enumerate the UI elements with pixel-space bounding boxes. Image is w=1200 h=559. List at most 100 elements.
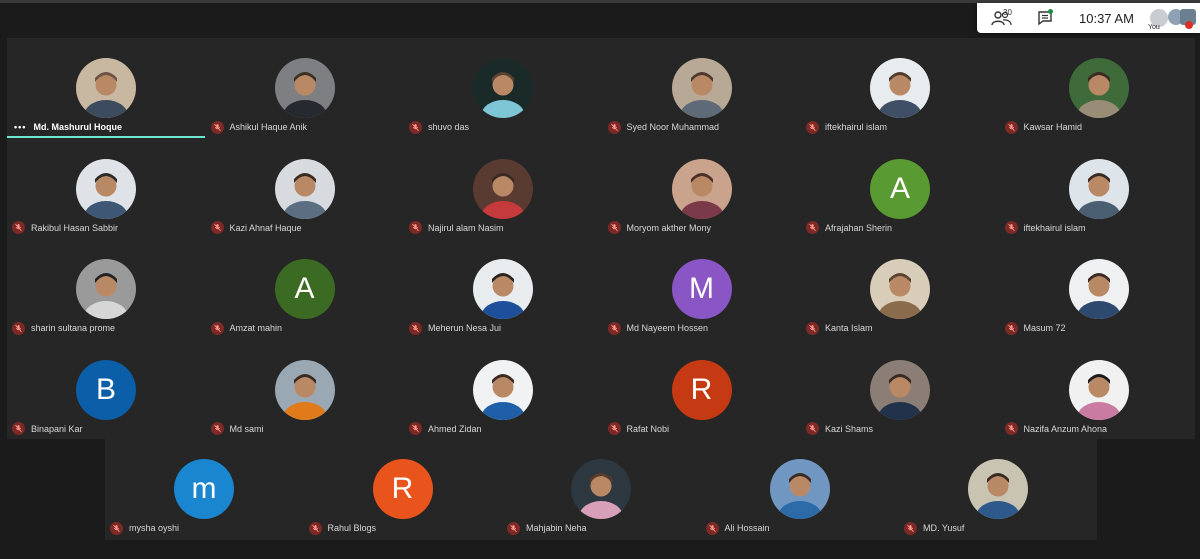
participant-name-bar: iftekhairul islam bbox=[1004, 221, 1086, 235]
participant-name-bar: Kawsar Hamid bbox=[1004, 120, 1083, 134]
participant-name-bar: Ali Hossain bbox=[705, 521, 770, 535]
participant-name-bar: Mahjabin Neha bbox=[507, 521, 587, 535]
participant-tile[interactable]: Ali Hossain bbox=[701, 439, 899, 539]
mic-muted-icon bbox=[1004, 321, 1018, 335]
participant-tile[interactable]: ••• Md. Mashurul Hoque bbox=[7, 38, 205, 138]
participant-name: sharin sultana prome bbox=[31, 323, 116, 333]
participant-photo-avatar bbox=[1068, 158, 1129, 219]
participant-photo-avatar bbox=[76, 58, 136, 118]
participant-name-bar: Kanta Islam bbox=[806, 321, 873, 335]
mic-muted-icon bbox=[409, 221, 422, 234]
participant-tile[interactable]: B Binapani Kar bbox=[7, 340, 205, 440]
participant-photo-avatar bbox=[274, 58, 335, 118]
participant-tile[interactable]: Moryom akther Mony bbox=[603, 139, 801, 239]
participant-name: Rahul Blogs bbox=[327, 523, 377, 533]
participant-name-bar: Afrajahan Sherin bbox=[806, 221, 892, 235]
participant-tile[interactable]: A Afrajahan Sherin bbox=[801, 139, 999, 239]
mic-muted-icon bbox=[210, 221, 224, 234]
participant-name: Kawsar Hamid bbox=[1023, 122, 1083, 132]
participant-name: Ashikul Haque Anik bbox=[229, 122, 308, 132]
participant-name: Rakibul Hasan Sabbir bbox=[31, 222, 119, 233]
participant-photo-avatar bbox=[870, 259, 930, 319]
mic-muted-icon bbox=[210, 120, 224, 134]
participant-name-bar: sharin sultana prome bbox=[12, 321, 115, 335]
participant-tile[interactable]: R Rafat Nobi bbox=[603, 340, 801, 440]
participant-tile[interactable]: m mysha oyshi bbox=[105, 439, 303, 539]
participant-name-bar: Kazi Shams bbox=[806, 422, 873, 436]
participant-tile[interactable]: MD. Yusuf bbox=[899, 439, 1097, 539]
participant-name: Md. Mashurul Hoque bbox=[33, 122, 122, 132]
participant-tile[interactable]: Najirul alam Nasim bbox=[404, 139, 602, 239]
mic-muted-icon bbox=[1004, 422, 1018, 435]
mic-muted-icon bbox=[12, 221, 25, 234]
participant-name-bar: Amzat mahin bbox=[210, 321, 282, 335]
participant-name: Moryom akther Mony bbox=[626, 222, 712, 233]
participant-tile[interactable]: sharin sultana prome bbox=[7, 239, 205, 339]
participant-name-bar: Ahmed Zidan bbox=[409, 422, 482, 436]
mic-muted-icon bbox=[110, 521, 123, 535]
participant-initial-avatar: R bbox=[372, 459, 433, 519]
mic-muted-icon bbox=[607, 120, 621, 134]
mic-muted-icon bbox=[409, 321, 422, 335]
mic-muted-icon bbox=[308, 521, 322, 535]
participant-name-bar: Rafat Nobi bbox=[607, 422, 670, 436]
you-label: You bbox=[1148, 24, 1160, 31]
participant-tile[interactable]: Mahjabin Neha bbox=[502, 439, 700, 539]
participant-photo-avatar bbox=[671, 158, 732, 219]
mic-muted-icon bbox=[507, 521, 520, 535]
clock-time: 10:37 AM bbox=[1079, 11, 1134, 26]
participant-name: Meherun Nesa Jui bbox=[428, 323, 502, 333]
participant-name-bar: Meherun Nesa Jui bbox=[409, 321, 501, 335]
participant-tile[interactable]: A Amzat mahin bbox=[206, 239, 404, 339]
participant-name: Kazi Shams bbox=[825, 423, 874, 434]
participant-tile[interactable]: Kawsar Hamid bbox=[1000, 38, 1198, 138]
participant-tile[interactable]: iftekhairul islam bbox=[1000, 139, 1198, 239]
mic-muted-icon bbox=[409, 422, 422, 435]
participant-photo-avatar bbox=[769, 459, 830, 519]
mic-muted-icon bbox=[806, 422, 819, 435]
participant-initial-avatar: A bbox=[870, 158, 930, 219]
participant-initial-avatar: A bbox=[274, 259, 335, 319]
mic-muted-icon bbox=[607, 422, 621, 435]
participant-initial-avatar: M bbox=[671, 259, 732, 319]
participant-photo-avatar bbox=[473, 158, 533, 219]
participant-photo-avatar bbox=[571, 459, 631, 519]
participant-name: iftekhairul islam bbox=[825, 122, 888, 132]
self-view-icon[interactable] bbox=[1168, 8, 1198, 30]
participant-name: Rafat Nobi bbox=[626, 423, 670, 434]
participant-photo-avatar bbox=[1068, 58, 1129, 118]
participant-tile[interactable]: Md sami bbox=[206, 340, 404, 440]
participant-tile[interactable]: Nazifa Anzum Ahona bbox=[1000, 340, 1198, 440]
mic-muted-icon bbox=[806, 221, 819, 234]
participant-tile[interactable]: Ahmed Zidan bbox=[404, 340, 602, 440]
participant-tile[interactable]: iftekhairul islam bbox=[801, 38, 999, 138]
participant-photo-avatar bbox=[274, 359, 335, 420]
participant-name: Md sami bbox=[229, 423, 264, 434]
participant-photo-avatar bbox=[76, 158, 136, 219]
participant-tile[interactable]: Rakibul Hasan Sabbir bbox=[7, 139, 205, 239]
participant-count: 30 bbox=[1003, 8, 1012, 17]
mic-muted-icon bbox=[210, 422, 224, 435]
mic-muted-icon bbox=[12, 422, 25, 435]
participant-name: mysha oyshi bbox=[129, 523, 180, 533]
participant-initial-avatar: R bbox=[671, 359, 732, 420]
participant-tile[interactable]: Ashikul Haque Anik bbox=[206, 38, 404, 138]
participant-name: Masum 72 bbox=[1023, 323, 1066, 333]
participant-name-bar: Rakibul Hasan Sabbir bbox=[12, 221, 118, 235]
participant-name-bar: Najirul alam Nasim bbox=[409, 221, 504, 235]
participant-name-bar: Md Nayeem Hossen bbox=[607, 321, 708, 335]
participant-photo-avatar bbox=[76, 259, 136, 319]
participant-tile[interactable]: Masum 72 bbox=[1000, 239, 1198, 339]
participant-name-bar: Nazifa Anzum Ahona bbox=[1004, 422, 1107, 436]
mic-muted-icon bbox=[409, 120, 422, 134]
participant-tile[interactable]: Kazi Shams bbox=[801, 340, 999, 440]
mic-muted-icon bbox=[1004, 221, 1018, 234]
participant-tile[interactable]: Meherun Nesa Jui bbox=[404, 239, 602, 339]
participant-tile[interactable]: shuvo das bbox=[404, 38, 602, 138]
participant-tile[interactable]: R Rahul Blogs bbox=[304, 439, 502, 539]
participant-name-bar: Masum 72 bbox=[1004, 321, 1066, 335]
participant-tile[interactable]: Kazi Ahnaf Haque bbox=[206, 139, 404, 239]
participant-tile[interactable]: Kanta Islam bbox=[801, 239, 999, 339]
participant-tile[interactable]: M Md Nayeem Hossen bbox=[603, 239, 801, 339]
participant-tile[interactable]: Syed Noor Muhammad bbox=[603, 38, 801, 138]
